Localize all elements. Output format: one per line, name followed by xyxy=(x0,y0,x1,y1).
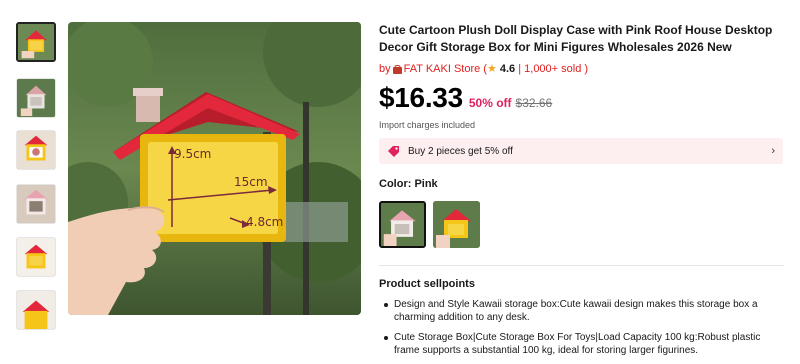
sellpoint-item: Design and Style Kawaii storage box:Cute… xyxy=(384,298,784,324)
coupon-tag-icon xyxy=(388,145,399,157)
thumbnail-4[interactable] xyxy=(16,184,56,224)
rating-value: 4.6 xyxy=(499,63,516,75)
thumbnail-2[interactable] xyxy=(16,78,56,118)
color-swatch-pink[interactable] xyxy=(379,201,426,248)
sellpoint-item: Cute Storage Box|Cute Storage Box For To… xyxy=(384,331,784,357)
thumbnail-6[interactable] xyxy=(16,290,56,330)
chevron-right-icon: › xyxy=(771,145,775,157)
discount-badge: 50% off xyxy=(468,96,512,110)
promo-banner[interactable]: Buy 2 pieces get 5% off › xyxy=(379,138,783,164)
store-name-link[interactable]: FAT KAKI Store xyxy=(404,62,481,76)
sellpoints-title: Product sellpoints xyxy=(379,278,475,290)
price-row: $16.33 50% off $32.66 xyxy=(379,82,784,114)
promo-text: Buy 2 pieces get 5% off xyxy=(408,145,513,157)
store-line: by FAT KAKI Store ( ★ 4.6 | 1,000+ sold … xyxy=(379,62,589,76)
star-icon: ★ xyxy=(486,63,497,75)
product-title: Cute Cartoon Plush Doll Display Case wit… xyxy=(379,23,773,54)
store-bag-icon xyxy=(392,64,402,74)
dimension-depth-label: 4.8cm xyxy=(246,215,283,229)
thumbnail-1[interactable] xyxy=(16,22,56,62)
main-product-image[interactable]: 9.5cm 15cm 4.8cm xyxy=(68,22,361,315)
product-info: Cute Cartoon Plush Doll Display Case wit… xyxy=(379,22,784,164)
thumbnail-3[interactable] xyxy=(16,130,56,170)
dimension-height-label: 9.5cm xyxy=(174,147,211,161)
thumbnail-5[interactable] xyxy=(16,237,56,277)
sold-count: 1,000+ sold xyxy=(524,63,582,75)
color-swatch-yellow[interactable] xyxy=(433,201,480,248)
dimension-width-label: 15cm xyxy=(234,175,268,189)
section-divider xyxy=(379,265,784,266)
current-price: $16.33 xyxy=(379,82,463,113)
sellpoints-list: Design and Style Kawaii storage box:Cute… xyxy=(384,298,784,364)
original-price: $32.66 xyxy=(515,96,553,110)
store-prefix: by xyxy=(379,63,391,75)
color-label: Color: Pink xyxy=(379,178,438,190)
import-note: Import charges included xyxy=(379,120,476,130)
